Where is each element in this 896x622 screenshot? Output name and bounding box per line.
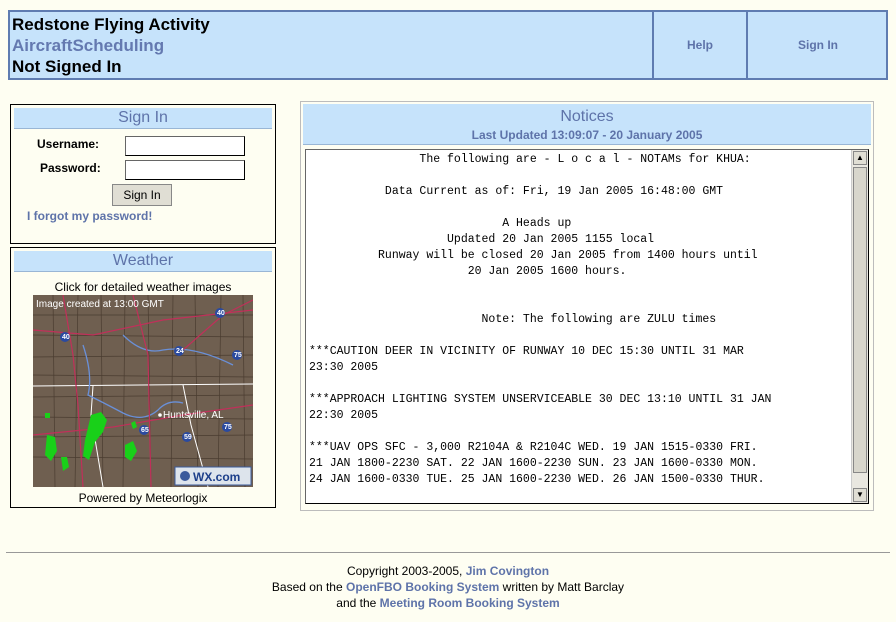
forgot-password-link[interactable]: I forgot my password! [27, 209, 152, 223]
footer-line-1: Copyright 2003-2005, Jim Covington [0, 563, 896, 579]
map-shield-3: 24 [176, 348, 184, 355]
notam-text: The following are - L o c a l - NOTAMs f… [309, 152, 849, 488]
notam-line [309, 280, 849, 296]
signin-submit-button[interactable]: Sign In [112, 184, 172, 206]
notam-line: Note: The following are ZULU times [309, 313, 717, 326]
map-city-label: Huntsville, AL [163, 410, 224, 421]
map-shield-1: 40 [217, 310, 225, 317]
notam-line: 20 Jan 2005 1600 hours. [309, 265, 627, 278]
mrbs-link[interactable]: Meeting Room Booking System [380, 596, 560, 610]
weather-panel-title: Weather [14, 251, 272, 272]
notam-line [309, 168, 849, 184]
notam-line: 21 JAN 1800-2230 SAT. 22 JAN 1600-2230 S… [309, 457, 758, 470]
powered-by: Powered by Meteorlogix [78, 491, 208, 505]
scroll-down-button[interactable]: ▼ [853, 488, 867, 502]
notam-line [309, 424, 849, 440]
notam-line: 23:30 2005 [309, 361, 379, 374]
notices-header: Notices Last Updated 13:09:07 - 20 Janua… [303, 104, 871, 145]
notam-line: Updated 20 Jan 2005 1155 local [309, 233, 655, 246]
notam-line: Data Current as of: Fri, 19 Jan 2005 16:… [309, 185, 724, 198]
openfbo-link[interactable]: OpenFBO Booking System [346, 580, 499, 594]
footer: Copyright 2003-2005, Jim Covington Based… [0, 563, 896, 611]
weather-radar-image: 40 40 24 75 65 59 75 Image created at 13… [33, 295, 253, 487]
notam-line: Runway will be closed 20 Jan 2005 from 1… [309, 249, 758, 262]
signin-status: Not Signed In [12, 57, 122, 76]
app-name[interactable]: AircraftScheduling [12, 35, 210, 56]
map-shield-6: 59 [184, 434, 192, 441]
copyright-text: Copyright 2003-2005, [346, 564, 466, 578]
notam-line: ***UAV OPS SFC - 3,000 R2104A & R2104C W… [309, 441, 758, 454]
map-timestamp: Image created at 13:00 GMT [36, 299, 164, 310]
weather-caption: Click for detailed weather images [54, 280, 232, 294]
written-by-text: written by Matt Barclay [499, 580, 625, 594]
username-input[interactable] [125, 136, 245, 156]
footer-line-2: Based on the OpenFBO Booking System writ… [0, 579, 896, 595]
author-link[interactable]: Jim Covington [466, 564, 549, 578]
notam-line: ***CAUTION DEER IN VICINITY OF RUNWAY 10… [309, 345, 744, 358]
password-label: Password: [40, 161, 101, 175]
notam-line: ***APPROACH LIGHTING SYSTEM UNSERVICEABL… [309, 393, 772, 406]
map-shield-7: 75 [224, 424, 232, 431]
notices-title: Notices [560, 108, 614, 125]
weather-map[interactable]: 40 40 24 75 65 59 75 Image created at 13… [33, 295, 253, 487]
map-shield-2: 40 [62, 334, 70, 341]
notam-line [309, 328, 849, 344]
password-input[interactable] [125, 160, 245, 180]
help-link[interactable]: Help [652, 12, 746, 78]
and-the-text: and the [336, 596, 380, 610]
notam-line: A Heads up [309, 217, 572, 230]
signin-panel-title: Sign In [14, 108, 272, 129]
header-titles: Redstone Flying Activity AircraftSchedul… [12, 14, 210, 77]
notices-updated: Last Updated 13:09:07 - 20 January 2005 [471, 128, 703, 142]
notam-line: 24 JAN 1600-0330 TUE. 25 JAN 1600-2230 W… [309, 473, 765, 486]
notam-line [309, 376, 849, 392]
weather-panel: Weather Click for detailed weather image… [10, 247, 276, 508]
footer-line-3: and the Meeting Room Booking System [0, 595, 896, 611]
notam-line: 22:30 2005 [309, 409, 379, 422]
based-on-text: Based on the [271, 580, 346, 594]
notam-textarea[interactable]: The following are - L o c a l - NOTAMs f… [305, 149, 869, 504]
map-shield-4: 75 [234, 352, 242, 359]
scroll-thumb[interactable] [853, 167, 867, 473]
notam-line [309, 200, 849, 216]
scroll-up-button[interactable]: ▲ [853, 151, 867, 165]
wx-logo: WX.com [193, 470, 240, 484]
username-label: Username: [37, 137, 100, 151]
notam-scrollbar[interactable]: ▲ ▼ [851, 150, 868, 503]
footer-divider [6, 552, 890, 553]
notam-line: The following are - L o c a l - NOTAMs f… [309, 153, 751, 166]
site-title: Redstone Flying Activity [12, 15, 210, 34]
header-signin-link[interactable]: Sign In [746, 12, 888, 78]
app-header: Redstone Flying Activity AircraftSchedul… [8, 10, 888, 80]
signin-panel: Sign In Username: Password: Sign In I fo… [10, 104, 276, 244]
map-shield-5: 65 [141, 427, 149, 434]
notam-line [309, 296, 849, 312]
